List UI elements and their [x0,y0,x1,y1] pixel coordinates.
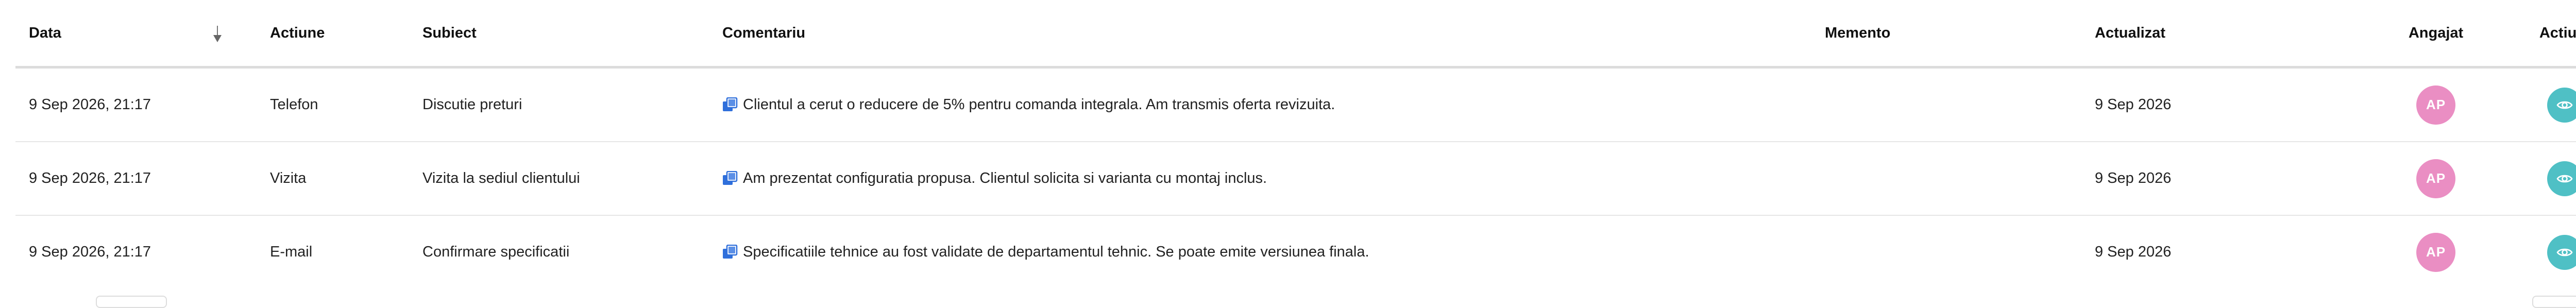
cell-actiune: E-mail [270,244,313,260]
table-row[interactable]: 9 Sep 2026, 21:17 Vizita Vizita la sediu… [15,142,2576,216]
table-row[interactable]: 9 Sep 2026, 21:17 Telefon Discutie pretu… [15,69,2576,142]
cell-subiect: Confirmare specificatii [422,244,570,260]
comment-text: Specificatiile tehnice au fost validate … [743,244,1369,260]
activity-table: Data Actiune Subiect Comentariu Memento … [15,0,2576,288]
column-header-comentariu[interactable]: Comentariu [722,0,805,66]
copy-icon[interactable] [722,97,738,113]
table-header-row: Data Actiune Subiect Comentariu Memento … [15,0,2576,69]
column-header-memento[interactable]: Memento [1825,0,1890,66]
cell-comentariu: Am prezentat configuratia propusa. Clien… [722,142,1267,215]
cell-actiuni [2520,69,2576,141]
cell-angajat: AP [2388,142,2483,215]
cell-angajat: AP [2388,69,2483,141]
view-button[interactable] [2547,234,2576,270]
cell-actiune: Vizita [270,170,307,186]
avatar[interactable]: AP [2416,232,2455,272]
cell-actiune: Telefon [270,96,318,113]
eye-icon [2556,175,2573,182]
cell-actiuni [2520,142,2576,215]
eye-icon [2556,101,2573,109]
copy-icon[interactable] [722,170,738,186]
cell-comentariu: Clientul a cerut o reducere de 5% pentru… [722,69,1335,141]
cell-data: 9 Sep 2026, 21:17 [29,96,151,113]
comment-text: Clientul a cerut o reducere de 5% pentru… [743,96,1335,113]
cell-actualizat: 9 Sep 2026 [2095,96,2172,113]
cell-subiect: Vizita la sediul clientului [422,170,580,186]
cell-actualizat: 9 Sep 2026 [2095,244,2172,260]
comment-text: Am prezentat configuratia propusa. Clien… [743,170,1267,186]
column-header-angajat[interactable]: Angajat [2388,0,2483,66]
eye-icon [2556,248,2573,256]
sort-down-icon[interactable] [211,0,224,66]
cell-data: 9 Sep 2026, 21:17 [29,244,151,260]
cell-data: 9 Sep 2026, 21:17 [29,170,151,186]
page-size-select[interactable] [96,296,167,308]
pagination-control[interactable] [2532,296,2576,308]
column-header-actiune[interactable]: Actiune [270,0,325,66]
avatar[interactable]: AP [2416,85,2455,125]
cell-actualizat: 9 Sep 2026 [2095,170,2172,186]
copy-icon[interactable] [722,244,738,260]
avatar[interactable]: AP [2416,159,2455,198]
column-header-actiuni: Actiuni [2539,24,2576,41]
column-header-subiect[interactable]: Subiect [422,0,477,66]
view-button[interactable] [2547,161,2576,196]
cell-comentariu: Specificatiile tehnice au fost validate … [722,216,1369,288]
view-button[interactable] [2547,87,2576,123]
cell-actiuni [2520,216,2576,288]
table-row[interactable]: 9 Sep 2026, 21:17 E-mail Confirmare spec… [15,216,2576,288]
cell-angajat: AP [2388,216,2483,288]
column-header-actualizat[interactable]: Actualizat [2095,0,2165,66]
column-header-data[interactable]: Data [29,0,61,66]
cell-subiect: Discutie preturi [422,96,522,113]
